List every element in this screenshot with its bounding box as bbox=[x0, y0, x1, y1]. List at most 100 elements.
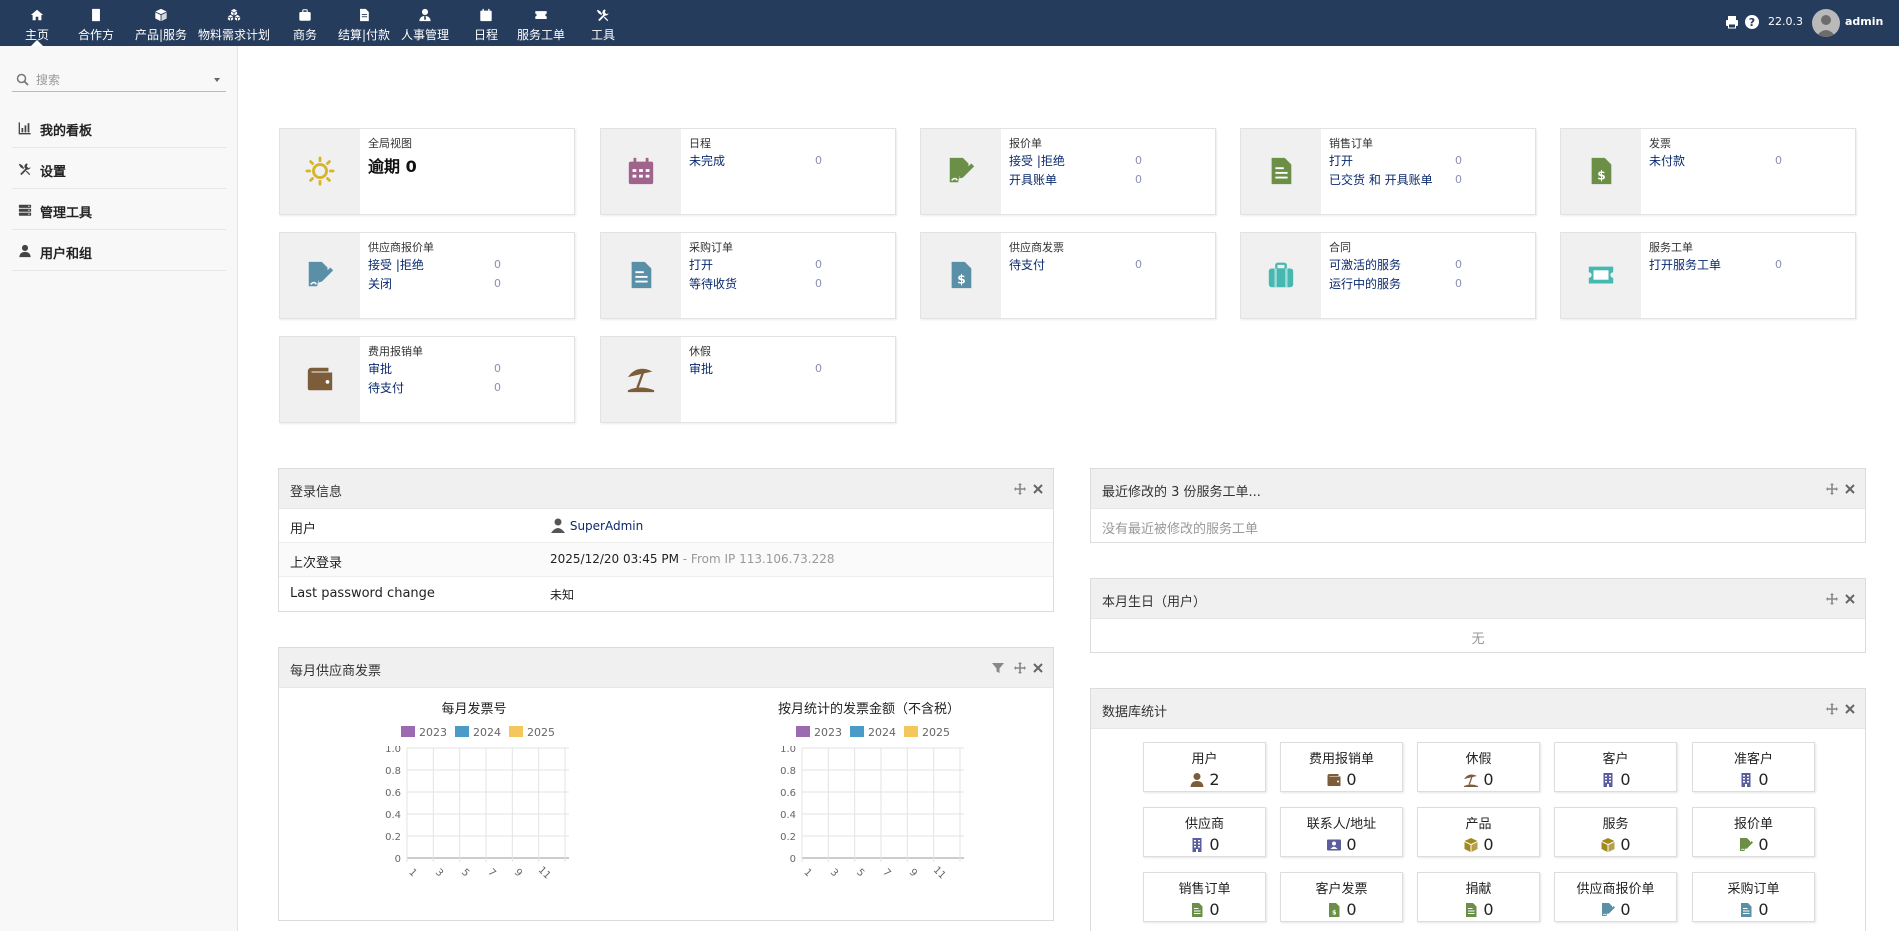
legend-item[interactable]: 2023 bbox=[788, 726, 842, 739]
info-box-count[interactable]: 0 bbox=[1455, 154, 1462, 167]
topmenu-item[interactable]: 日程 bbox=[466, 0, 506, 46]
info-box[interactable]: 费用报销单 审批 0 待支付 0 bbox=[279, 336, 575, 423]
info-box[interactable]: 销售订单 打开 0 已交货 和 开具账单 0 bbox=[1240, 128, 1536, 215]
move-icon[interactable] bbox=[1826, 483, 1838, 495]
stat-tile[interactable]: 报价单 0 bbox=[1692, 807, 1815, 857]
move-icon[interactable] bbox=[1826, 593, 1838, 605]
avatar[interactable] bbox=[1812, 9, 1840, 37]
move-icon[interactable] bbox=[1826, 703, 1838, 715]
info-box-link[interactable]: 审批 bbox=[368, 360, 392, 377]
stat-tile[interactable]: 客户发票 $0 bbox=[1280, 872, 1403, 922]
sidebar-item[interactable]: 设置 bbox=[12, 149, 226, 189]
stat-tile[interactable]: 供应商 0 bbox=[1143, 807, 1266, 857]
info-box[interactable]: 合同 可激活的服务 0 运行中的服务 0 bbox=[1240, 232, 1536, 319]
print-icon[interactable] bbox=[1724, 14, 1740, 30]
topmenu-item[interactable]: 商务 bbox=[285, 0, 325, 46]
info-box-count[interactable]: 0 bbox=[815, 277, 822, 290]
info-box-count[interactable]: 0 bbox=[815, 362, 822, 375]
legend-item[interactable]: 2023 bbox=[393, 726, 447, 739]
search-box[interactable] bbox=[12, 68, 226, 92]
close-icon[interactable] bbox=[1032, 483, 1044, 495]
info-box[interactable]: $ 发票 未付款 0 bbox=[1560, 128, 1856, 215]
stat-tile[interactable]: 服务 0 bbox=[1554, 807, 1677, 857]
sidebar-item[interactable]: 用户和组 bbox=[12, 231, 226, 271]
info-box[interactable]: $ 供应商发票 待支付 0 bbox=[920, 232, 1216, 319]
info-box-count[interactable]: 0 bbox=[815, 258, 822, 271]
info-box-count[interactable]: 0 bbox=[494, 277, 501, 290]
stat-tile[interactable]: 客户 0 bbox=[1554, 742, 1677, 792]
sidebar-item[interactable]: 管理工具 bbox=[12, 190, 226, 230]
info-box-link[interactable]: 未完成 bbox=[689, 152, 725, 169]
help-icon[interactable]: ? bbox=[1744, 14, 1760, 30]
topmenu-item[interactable]: 主页 bbox=[17, 0, 57, 46]
topmenu-item[interactable]: 人事管理 bbox=[392, 0, 458, 46]
stat-tile[interactable]: 联系人/地址 0 bbox=[1280, 807, 1403, 857]
info-box-link[interactable]: 待支付 bbox=[368, 379, 404, 396]
topmenu-item[interactable]: 结算|付款 bbox=[336, 0, 392, 46]
info-box-link[interactable]: 打开服务工单 bbox=[1649, 256, 1721, 273]
user-link[interactable]: SuperAdmin bbox=[550, 517, 643, 533]
info-box-count[interactable]: 0 bbox=[1455, 258, 1462, 271]
move-icon[interactable] bbox=[1014, 483, 1026, 495]
stat-tile[interactable]: 休假 0 bbox=[1417, 742, 1540, 792]
info-box-count[interactable]: 0 bbox=[494, 258, 501, 271]
info-box-link[interactable]: 运行中的服务 bbox=[1329, 275, 1401, 292]
info-box-link[interactable]: 可激活的服务 bbox=[1329, 256, 1401, 273]
legend-item[interactable]: 2025 bbox=[501, 726, 555, 739]
topmenu-item[interactable]: 产品|服务 bbox=[130, 0, 192, 46]
info-box[interactable]: 供应商报价单 接受 |拒绝 0 关闭 0 bbox=[279, 232, 575, 319]
filter-icon[interactable] bbox=[992, 662, 1004, 674]
info-box-count[interactable]: 0 bbox=[1135, 154, 1142, 167]
info-box[interactable]: 休假 审批 0 bbox=[600, 336, 896, 423]
stat-tile[interactable]: 费用报销单 0 bbox=[1280, 742, 1403, 792]
info-box-count[interactable]: 0 bbox=[1775, 258, 1782, 271]
stat-tile[interactable]: 用户 2 bbox=[1143, 742, 1266, 792]
close-icon[interactable] bbox=[1844, 483, 1856, 495]
info-box[interactable]: 全局视图 逾期 0 bbox=[279, 128, 575, 215]
info-box-link[interactable]: 关闭 bbox=[368, 275, 392, 292]
close-icon[interactable] bbox=[1844, 703, 1856, 715]
stat-tile[interactable]: 产品 0 bbox=[1417, 807, 1540, 857]
legend-item[interactable]: 2024 bbox=[842, 726, 896, 739]
info-box-count[interactable]: 0 bbox=[1455, 277, 1462, 290]
info-box-link[interactable]: 未付款 bbox=[1649, 152, 1685, 169]
stat-tile[interactable]: 准客户 0 bbox=[1692, 742, 1815, 792]
info-box-count[interactable]: 0 bbox=[1775, 154, 1782, 167]
stat-tile[interactable]: 销售订单 0 bbox=[1143, 872, 1266, 922]
info-box-link[interactable]: 打开 bbox=[1329, 152, 1353, 169]
stat-tile[interactable]: 供应商报价单 0 bbox=[1554, 872, 1677, 922]
topmenu-item[interactable]: 物料需求计划 bbox=[195, 0, 273, 46]
info-box-link[interactable]: 开具账单 bbox=[1009, 171, 1057, 188]
topmenu-item[interactable]: 服务工单 bbox=[513, 0, 569, 46]
info-box-link[interactable]: 已交货 和 开具账单 bbox=[1329, 171, 1433, 188]
info-box[interactable]: 报价单 接受 |拒绝 0 开具账单 0 bbox=[920, 128, 1216, 215]
info-box[interactable]: 服务工单 打开服务工单 0 bbox=[1560, 232, 1856, 319]
info-box-link[interactable]: 打开 bbox=[689, 256, 713, 273]
close-icon[interactable] bbox=[1032, 662, 1044, 674]
search-dropdown-caret[interactable] bbox=[214, 78, 220, 82]
user-link-text[interactable]: SuperAdmin bbox=[570, 519, 643, 533]
stat-tile[interactable]: 捐献 0 bbox=[1417, 872, 1540, 922]
info-box-link[interactable]: 等待收货 bbox=[689, 275, 737, 292]
stat-tile[interactable]: 采购订单 0 bbox=[1692, 872, 1815, 922]
move-icon[interactable] bbox=[1014, 662, 1026, 674]
info-box[interactable]: 采购订单 打开 0 等待收货 0 bbox=[600, 232, 896, 319]
topmenu-item[interactable]: 工具 bbox=[583, 0, 623, 46]
legend-item[interactable]: 2024 bbox=[447, 726, 501, 739]
info-box[interactable]: 日程 未完成 0 bbox=[600, 128, 896, 215]
info-box-count[interactable]: 0 bbox=[494, 381, 501, 394]
info-box-count[interactable]: 0 bbox=[1135, 173, 1142, 186]
info-box-link[interactable]: 接受 |拒绝 bbox=[1009, 152, 1065, 169]
user-name[interactable]: admin bbox=[1845, 15, 1883, 28]
search-input[interactable] bbox=[36, 70, 206, 90]
topmenu-item[interactable]: 合作方 bbox=[72, 0, 120, 46]
info-box-link[interactable]: 待支付 bbox=[1009, 256, 1045, 273]
info-box-count[interactable]: 0 bbox=[1455, 173, 1462, 186]
info-box-link[interactable]: 审批 bbox=[689, 360, 713, 377]
info-box-count[interactable]: 0 bbox=[815, 154, 822, 167]
sidebar-item[interactable]: 我的看板 bbox=[12, 108, 226, 148]
legend-item[interactable]: 2025 bbox=[896, 726, 950, 739]
info-box-count[interactable]: 0 bbox=[494, 362, 501, 375]
close-icon[interactable] bbox=[1844, 593, 1856, 605]
info-box-count[interactable]: 0 bbox=[1135, 258, 1142, 271]
